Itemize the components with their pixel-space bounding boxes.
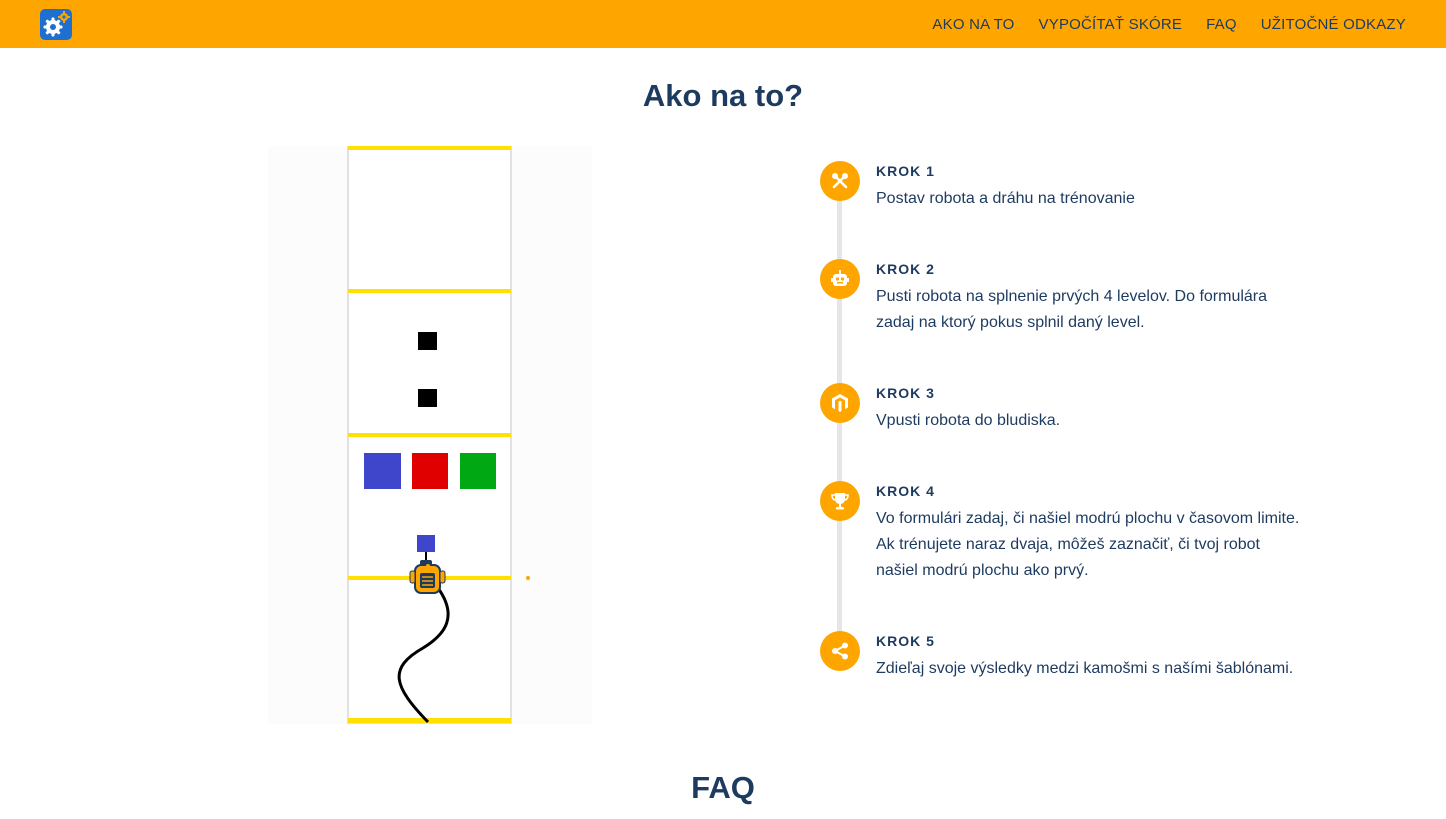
maze-icon	[820, 383, 860, 423]
step-label: KROK 3	[876, 385, 935, 401]
step-text: Zdieľaj svoje výsledky medzi kamošmi s n…	[876, 660, 1294, 677]
top-navbar: AKO NA TO VYPOČÍTAŤ SKÓRE FAQ UŽITOČNÉ O…	[0, 0, 1446, 48]
nav-link-faq[interactable]: FAQ	[1206, 16, 1237, 33]
gears-logo-icon[interactable]	[40, 9, 72, 40]
main-nav: AKO NA TO VYPOČÍTAŤ SKÓRE FAQ UŽITOČNÉ O…	[908, 0, 1406, 48]
tools-icon	[820, 161, 860, 201]
step-label: KROK 1	[876, 163, 935, 179]
robot-icon	[820, 259, 860, 299]
step-label: KROK 2	[876, 261, 935, 277]
trophy-icon	[820, 481, 860, 521]
faq-title: FAQ	[691, 770, 755, 805]
nav-link-vypocitat-skore[interactable]: VYPOČÍTAŤ SKÓRE	[1039, 16, 1183, 33]
share-icon	[820, 631, 860, 671]
track-illustration	[268, 145, 592, 725]
step-label: KROK 4	[876, 483, 935, 499]
step-text: Postav robota a dráhu na trénovanie	[876, 190, 1135, 207]
step-text: Pusti robota na splnenie prvých 4 levelo…	[876, 288, 1268, 331]
step-text: Vo formulári zadaj, či našiel modrú ploc…	[876, 510, 1300, 579]
nav-link-ako-na-to[interactable]: AKO NA TO	[932, 16, 1014, 33]
nav-link-uzitocne-odkazy[interactable]: UŽITOČNÉ ODKAZY	[1261, 16, 1406, 33]
step-text: Vpusti robota do bludiska.	[876, 412, 1061, 429]
page-title: Ako na to?	[642, 78, 804, 113]
step-label: KROK 5	[876, 633, 935, 649]
